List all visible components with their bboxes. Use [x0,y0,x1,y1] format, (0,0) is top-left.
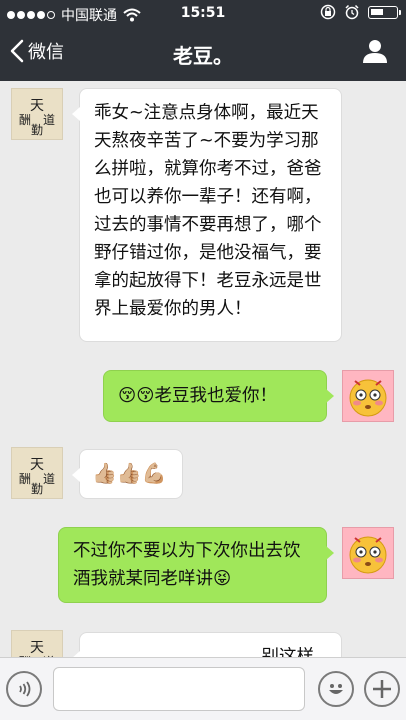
avatar[interactable] [342,527,394,579]
calligraphy-avatar-image: 天 道 酬 勤 [19,457,55,496]
emoji-tongue: 😝 [213,569,232,589]
emoji-button[interactable] [318,671,354,707]
calli-char-2: 道 [43,113,55,127]
avatar[interactable] [342,370,394,422]
plus-button[interactable] [364,671,400,707]
calli-char-3: 酬 [19,472,31,486]
emoji-thumbs-up: 👍🏼👍🏼💪🏼 [92,461,167,485]
battery-icon [368,5,401,19]
message-bubble[interactable]: 乖女~注意点身体啊，最近天天熬夜辛苦了~不要为学习那么拼啦，就算你考不过，爸爸也… [72,88,342,342]
person-icon[interactable] [362,38,388,64]
status-bar: 中国联通 15:51 [0,0,406,28]
calli-char-2: 道 [43,472,55,486]
message-input[interactable] [53,667,305,711]
message-text: 乖女~注意点身体啊，最近天天熬夜辛苦了~不要为学习那么拼啦，就算你考不过，爸爸也… [94,103,322,319]
status-right [320,4,401,20]
plus-icon [373,680,391,698]
message-bubble[interactable]: 不过你不要以为下次你出去饮酒我就某同老咩讲😝 [58,527,334,603]
smiley-icon [329,684,343,694]
alarm-icon [345,4,359,20]
emoji-kiss: 😚😚 [118,386,155,406]
header: 中国联通 15:51 微信 老豆。 [0,0,406,81]
voice-button[interactable] [6,671,42,707]
calli-char-4: 勤 [31,482,43,496]
avatar[interactable]: 天 道 酬 勤 [11,88,63,140]
nav-bar: 微信 老豆。 [0,28,406,81]
lock-icon [320,4,336,20]
input-bar [0,657,406,720]
calli-char-4: 勤 [31,123,43,137]
calligraphy-avatar-image: 天 道 酬 勤 [19,98,55,137]
flushed-face-icon [349,536,387,574]
avatar[interactable]: 天 道 酬 勤 [11,447,63,499]
message-text: 不过你不要以为下次你出去饮酒我就某同老咩讲 [73,541,301,589]
voice-icon [19,681,31,697]
calli-char-1: 天 [30,457,44,473]
chat-title: 老豆。 [173,44,233,68]
calli-char-1: 天 [30,98,44,114]
message-bubble[interactable]: 👍🏼👍🏼💪🏼 [72,449,183,499]
calli-char-1: 天 [30,640,44,656]
message-text: 老豆我也爱你！ [154,386,278,406]
calli-char-3: 酬 [19,113,31,127]
flushed-face-icon [349,379,387,417]
message-bubble[interactable]: 😚😚老豆我也爱你！ [103,370,334,422]
